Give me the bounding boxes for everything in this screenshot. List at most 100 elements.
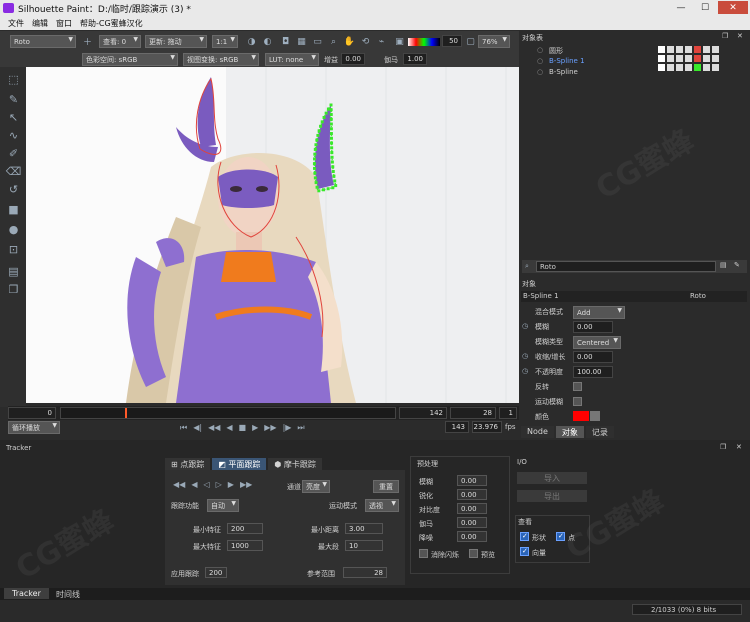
camera-icon[interactable]: ◘ <box>280 36 291 47</box>
pre-contrast-field[interactable]: 0.00 <box>457 503 487 514</box>
brush-tool-icon[interactable]: ✐ <box>7 147 20 160</box>
spline-point[interactable] <box>313 176 317 180</box>
track-forward-all-icon[interactable]: ▶▶ <box>240 480 252 489</box>
tracker-close-icon[interactable]: ✕ <box>736 443 742 451</box>
spline-point[interactable] <box>314 143 318 147</box>
panel-close-icon[interactable]: ✕ <box>737 32 743 40</box>
lut-dropdown[interactable]: LUT: none ▼ <box>265 53 319 66</box>
blur-field[interactable]: 0.00 <box>573 321 613 333</box>
brush-icon[interactable]: ⌁ <box>376 36 387 47</box>
play-icon[interactable]: ▶ <box>252 423 258 432</box>
ref-range-field[interactable]: 28 <box>343 567 387 578</box>
rotate-icon[interactable]: ⟲ <box>360 36 371 47</box>
spline-point[interactable] <box>317 189 321 193</box>
panel-dock-icon[interactable]: ❐ <box>722 32 728 40</box>
pointer-tool-icon[interactable]: ↖ <box>7 111 20 124</box>
fps-field[interactable]: 23.976 <box>472 421 502 433</box>
spline-point[interactable] <box>331 170 335 174</box>
timeline-scrubber[interactable] <box>60 407 396 419</box>
color-num-field[interactable]: 50 <box>442 35 462 47</box>
min-dist-field[interactable]: 3.00 <box>345 523 383 534</box>
track-forward-icon[interactable]: ▶ <box>228 480 234 489</box>
tab-point-track[interactable]: ⊞ 点跟踪 <box>165 458 211 470</box>
point-checkbox[interactable] <box>556 532 565 541</box>
go-start-icon[interactable]: ⏮ <box>180 423 187 433</box>
maximize-button[interactable]: ☐ <box>694 1 716 14</box>
viewtransform-dropdown[interactable]: 视图变换: sRGB ▼ <box>183 53 259 66</box>
tracker-tool-icon[interactable]: ⊡ <box>7 243 20 256</box>
shrink-grow-field[interactable]: 0.00 <box>573 351 613 363</box>
spline-point[interactable] <box>329 127 333 131</box>
pre-gamma-field[interactable]: 0.00 <box>457 517 487 528</box>
menu-edit[interactable]: 编辑 <box>32 18 48 29</box>
channel-color-bar[interactable] <box>408 38 440 46</box>
pre-blur-field[interactable]: 0.00 <box>457 475 487 486</box>
step-forward-icon[interactable]: ▶▶ <box>264 423 276 432</box>
spline-point[interactable] <box>330 160 334 164</box>
preview-checkbox[interactable] <box>469 549 478 558</box>
apply-track-field[interactable]: 200 <box>205 567 227 578</box>
lasso-tool-icon[interactable]: ↺ <box>7 183 20 196</box>
spline-point[interactable] <box>331 186 335 190</box>
reset-button[interactable]: 重置 <box>373 480 399 493</box>
spline-point[interactable] <box>326 187 330 191</box>
vector-checkbox[interactable] <box>520 547 529 556</box>
opacity-field[interactable]: 100.00 <box>573 366 613 378</box>
menu-help[interactable]: 帮助-CG蜜蜂汉化 <box>80 18 143 29</box>
pencil-icon[interactable]: ✎ <box>734 261 740 269</box>
rect-tool-icon[interactable]: ■ <box>7 203 20 216</box>
spline-point[interactable] <box>314 181 318 185</box>
spline-point[interactable] <box>313 152 317 156</box>
tab-history[interactable]: 记录 <box>585 426 614 438</box>
blur-type-dropdown[interactable]: Centered ▼ <box>573 336 621 349</box>
menu-window[interactable]: 窗口 <box>56 18 72 29</box>
clock-icon[interactable]: ◷ <box>522 367 528 375</box>
playhead[interactable] <box>125 408 127 418</box>
channel-dropdown[interactable]: 亮度 ▼ <box>302 480 330 493</box>
color-picker-icon[interactable] <box>590 411 600 421</box>
spline-point[interactable] <box>315 185 319 189</box>
zoom-dropdown[interactable]: 76% ▼ <box>478 35 510 48</box>
spline-point[interactable] <box>320 120 324 124</box>
spline-point[interactable] <box>317 129 321 133</box>
spline-point[interactable] <box>313 166 317 170</box>
track-back-all-icon[interactable]: ◀◀ <box>173 480 185 489</box>
update-dropdown[interactable]: 更新: 拖动 ▼ <box>145 35 207 48</box>
spline-point[interactable] <box>330 151 334 155</box>
spline-point[interactable] <box>315 138 319 142</box>
export-button[interactable]: 导出 <box>517 490 587 502</box>
spline-point[interactable] <box>322 115 326 119</box>
timeline-end-field[interactable]: 28 <box>450 407 496 419</box>
tab-object[interactable]: 对象 <box>555 426 584 438</box>
blend-mode-dropdown[interactable]: Add ▼ <box>573 306 625 319</box>
motion-blur-checkbox[interactable] <box>573 397 582 406</box>
hand-icon[interactable]: ✋ <box>344 36 355 47</box>
spline-point[interactable] <box>326 107 330 111</box>
tab-mocha-track[interactable]: ⬢ 摩卡跟踪 <box>268 458 322 470</box>
spline-point[interactable] <box>329 122 333 126</box>
motion-mode-dropdown[interactable]: 透视 ▼ <box>365 499 399 512</box>
spline-point[interactable] <box>330 146 334 150</box>
timeline-current-field[interactable]: 142 <box>399 407 447 419</box>
tab-planar-track[interactable]: ◩ 平面跟踪 <box>212 458 267 470</box>
tab-node[interactable]: Node <box>521 426 554 438</box>
track-back-icon[interactable]: ◀ <box>191 480 197 489</box>
tab-tracker[interactable]: Tracker <box>4 588 49 599</box>
play-back-icon[interactable]: ◀ <box>226 423 232 432</box>
grid-icon[interactable]: ▦ <box>296 36 307 47</box>
invert-checkbox[interactable] <box>573 382 582 391</box>
ratio-dropdown[interactable]: 1:1 ▼ <box>212 35 238 48</box>
spline-point[interactable] <box>329 108 333 112</box>
minimize-button[interactable]: — <box>670 1 692 14</box>
go-end-icon[interactable]: ⏭ <box>297 423 304 433</box>
loop-dropdown[interactable]: 循环播放 ▼ <box>8 421 60 434</box>
eraser-tool-icon[interactable]: ⌫ <box>6 165 22 178</box>
track-back-step-icon[interactable]: ◁ <box>203 480 209 489</box>
node-field[interactable]: Roto <box>536 261 716 272</box>
spline-point[interactable] <box>329 103 333 107</box>
spline-point[interactable] <box>322 188 326 192</box>
spline-point[interactable] <box>324 111 328 115</box>
spline-point[interactable] <box>329 113 333 117</box>
viewer-canvas[interactable] <box>26 67 519 403</box>
color-swatch[interactable] <box>573 411 589 421</box>
